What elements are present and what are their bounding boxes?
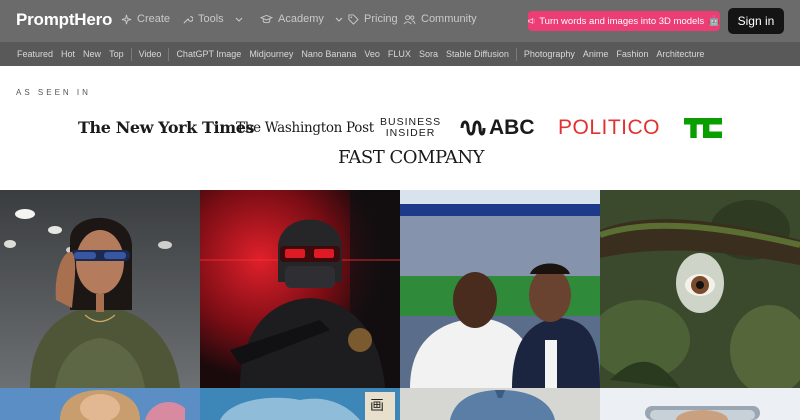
nav-tools-label: Tools — [198, 13, 224, 25]
business-insider-logo: BUSINESS INSIDER — [380, 117, 441, 139]
gallery-tile-armored-soldier[interactable] — [200, 190, 400, 388]
fast-company-logo: FAST COMPANY — [338, 147, 485, 168]
category-anime[interactable]: Anime — [579, 49, 613, 59]
category-divider — [130, 47, 132, 61]
tile-image — [600, 190, 800, 388]
users-icon — [403, 14, 416, 24]
tile-image — [400, 388, 600, 420]
svg-text:画: 画 — [370, 398, 384, 414]
gallery-tile-eye-droplet[interactable] — [600, 190, 800, 388]
nyt-logo: The New York Times — [78, 118, 255, 137]
tag-icon — [348, 13, 359, 25]
gallery-tile-woman-sunglasses[interactable] — [0, 190, 200, 388]
nav-pricing[interactable]: Pricing — [348, 13, 398, 25]
megaphone-icon — [528, 18, 535, 24]
robot-emoji-icon: 🤖 — [708, 15, 720, 27]
brand-logo[interactable]: PromptHero — [16, 10, 112, 30]
politico-logo: POLITICO — [558, 116, 661, 139]
category-nano-banana[interactable]: Nano Banana — [297, 49, 360, 59]
category-sora[interactable]: Sora — [415, 49, 442, 59]
nav-community-label: Community — [421, 13, 477, 25]
gallery-tile-framed-portrait[interactable] — [600, 388, 800, 420]
tile-image — [200, 190, 400, 388]
chevron-down-icon — [335, 17, 343, 22]
wrench-icon — [183, 15, 193, 24]
gallery-tile-stadium-selfie[interactable] — [400, 190, 600, 388]
techcrunch-mark — [684, 118, 722, 138]
as-seen-in-label: AS SEEN IN — [16, 88, 91, 97]
gallery-tile-woman-portrait[interactable] — [0, 388, 200, 420]
tile-image — [0, 190, 200, 388]
category-video[interactable]: Video — [135, 49, 166, 59]
category-divider — [168, 47, 170, 61]
category-architecture[interactable]: Architecture — [652, 49, 708, 59]
category-hot[interactable]: Hot — [57, 49, 79, 59]
abc-logo-text: ABC — [489, 116, 535, 139]
abc-lissajous-icon — [460, 120, 486, 136]
nav-pricing-label: Pricing — [364, 13, 398, 25]
tile-image — [600, 388, 800, 420]
nav-academy-label: Academy — [278, 13, 324, 25]
business-insider-line2: INSIDER — [385, 127, 436, 139]
washington-post-logo: The Washington Post — [236, 120, 374, 136]
nav-create-label: Create — [137, 13, 171, 25]
category-fashion[interactable]: Fashion — [612, 49, 652, 59]
nav-tools[interactable]: Tools — [182, 13, 243, 25]
tile-image: 画 — [200, 388, 400, 420]
sign-in-button[interactable]: Sign in — [728, 8, 784, 34]
abc-logo: ABC — [460, 116, 535, 140]
graduation-cap-icon — [260, 14, 273, 23]
category-chatgpt-image[interactable]: ChatGPT Image — [172, 49, 245, 59]
top-navbar: PromptHero Create Tools Academy Pricing … — [0, 0, 800, 42]
techcrunch-logo — [684, 118, 722, 143]
nav-academy[interactable]: Academy — [260, 13, 343, 25]
category-flux[interactable]: FLUX — [384, 49, 415, 59]
category-top[interactable]: Top — [105, 49, 128, 59]
category-photography[interactable]: Photography — [520, 49, 579, 59]
category-new[interactable]: New — [79, 49, 105, 59]
gallery-tile-blue-poster[interactable]: 画 — [200, 388, 400, 420]
category-midjourney[interactable]: Midjourney — [245, 49, 297, 59]
nav-create[interactable]: Create — [121, 13, 170, 25]
promo-label: Turn words and images into 3D models — [539, 15, 705, 27]
gallery-tile-beanie-portrait[interactable] — [400, 388, 600, 420]
tile-image — [0, 388, 200, 420]
category-veo[interactable]: Veo — [360, 49, 384, 59]
tile-image — [400, 190, 600, 388]
nav-community[interactable]: Community — [403, 13, 477, 25]
category-bar: Featured Hot New Top Video ChatGPT Image… — [0, 42, 800, 66]
as-seen-in-section: AS SEEN IN The New York Times The Washin… — [0, 66, 800, 190]
chevron-down-icon — [235, 17, 243, 22]
category-divider — [515, 47, 517, 61]
sparkles-icon — [121, 14, 132, 24]
promo-3d-models-button[interactable]: Turn words and images into 3D models 🤖 — [528, 11, 720, 31]
category-stable-diffusion[interactable]: Stable Diffusion — [442, 49, 513, 59]
category-featured[interactable]: Featured — [13, 49, 57, 59]
